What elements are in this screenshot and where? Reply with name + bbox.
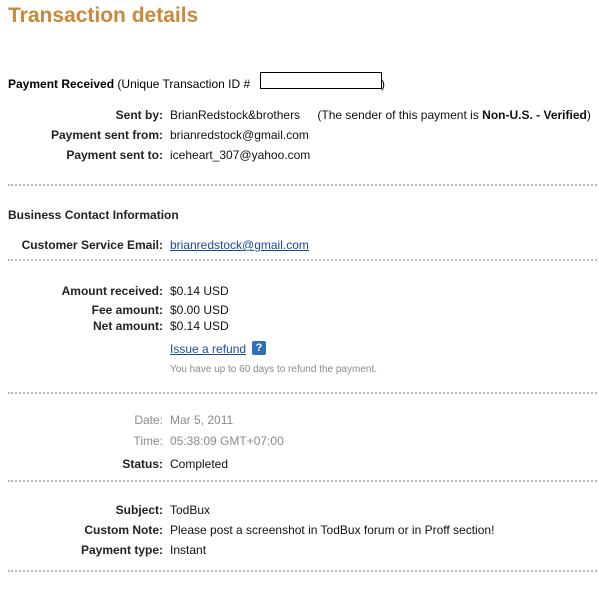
sent-from-label: Payment sent from: [50,128,163,142]
sent-to-value: iceheart_307@yahoo.com [170,148,311,162]
payment-received-line: Payment Received (Unique Transaction ID … [8,77,250,91]
custom-note-label: Custom Note: [84,523,163,537]
divider [8,570,597,572]
divider [8,392,597,394]
divider [8,259,597,261]
business-contact-heading: Business Contact Information [8,208,179,222]
sent-by-label: Sent by: [115,108,163,122]
payment-received-heading: Payment Received [8,77,115,91]
status-value: Completed [170,457,229,471]
sender-note-suffix: ) [586,108,591,122]
transaction-id-field [260,72,382,89]
refund-note: You have up to 60 days to refund the pay… [170,364,378,375]
date-value: Mar 5, 2011 [170,413,234,427]
status-label: Status: [122,457,163,471]
fee-amount-label: Fee amount: [91,303,163,317]
sender-note-prefix: (The sender of this payment is [317,108,479,122]
sent-by-row: BrianRedstock&brothers (The sender of th… [170,108,591,122]
amount-received-label: Amount received: [61,284,163,298]
net-amount-value: $0.14 USD [170,319,229,333]
transaction-id-suffix: ) [381,77,385,91]
issue-refund-label[interactable]: Issue a refund [170,342,246,356]
custom-note-value: Please post a screenshot in TodBux forum… [170,523,495,537]
payment-type-label: Payment type: [80,543,163,557]
subject-value: TodBux [170,503,211,517]
sent-from-value: brianredstock@gmail.com [170,128,309,142]
sent-to-label: Payment sent to: [66,148,163,162]
sender-verification-status: Non-U.S. - Verified [482,108,587,122]
help-icon[interactable]: ? [252,341,266,355]
divider [8,480,597,482]
cs-email-label: Customer Service Email: [21,238,163,252]
time-value: 05:38:09 GMT+07:00 [170,434,284,448]
transaction-id-prefix: (Unique Transaction ID # [117,77,251,91]
sent-by-value: BrianRedstock&brothers [170,108,301,122]
cs-email-link[interactable]: brianredstock@gmail.com [170,238,309,252]
issue-refund-link[interactable]: Issue a refund [170,342,246,356]
page-title: Transaction details [8,4,199,27]
divider [8,184,597,186]
cs-email-value[interactable]: brianredstock@gmail.com [170,238,309,252]
payment-type-value: Instant [170,543,207,557]
amount-received-value: $0.14 USD [170,284,229,298]
net-amount-label: Net amount: [93,319,163,333]
time-label: Time: [133,434,163,448]
fee-amount-value: $0.00 USD [170,303,229,317]
date-label: Date: [134,413,163,427]
subject-label: Subject: [115,503,163,517]
